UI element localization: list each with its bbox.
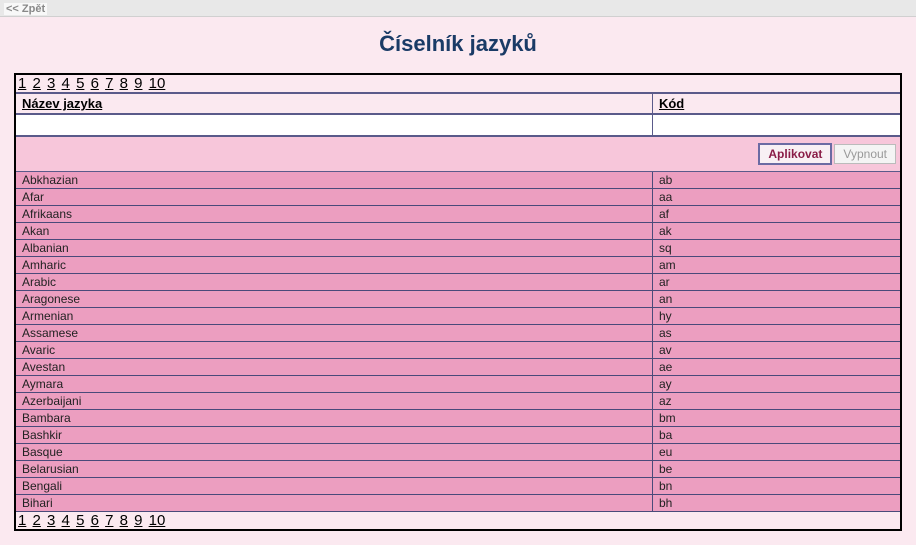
cell-name: Arabic — [16, 274, 652, 291]
pager-link[interactable]: 2 — [33, 75, 41, 92]
table-row[interactable]: Avaricav — [16, 342, 900, 359]
table-row[interactable]: Bambarabm — [16, 410, 900, 427]
cell-code: bh — [652, 495, 900, 512]
cell-code: bm — [652, 410, 900, 427]
cell-name: Abkhazian — [16, 172, 652, 189]
table-row[interactable]: Basqueeu — [16, 444, 900, 461]
cell-name: Amharic — [16, 257, 652, 274]
filter-code-input[interactable] — [653, 115, 900, 135]
actions-row: AplikovatVypnout — [16, 136, 900, 172]
pager-link[interactable]: 7 — [105, 75, 113, 92]
cell-name: Bihari — [16, 495, 652, 512]
pager-link[interactable]: 5 — [76, 75, 84, 92]
header-code[interactable]: Kód — [652, 93, 900, 114]
pager-link[interactable]: 3 — [47, 75, 55, 92]
table-row[interactable]: Afrikaansaf — [16, 206, 900, 223]
cell-code: ba — [652, 427, 900, 444]
header-name[interactable]: Název jazyka — [16, 93, 652, 114]
off-button: Vypnout — [834, 144, 896, 164]
page-body: Číselník jazyků 1 2 3 4 5 6 7 8 9 10 Náz… — [0, 17, 916, 545]
table-row[interactable]: Bengalibn — [16, 478, 900, 495]
pager-link[interactable]: 7 — [105, 512, 113, 529]
header-row: Název jazyka Kód — [16, 93, 900, 114]
data-grid: 1 2 3 4 5 6 7 8 9 10 Název jazyka Kód Ap… — [14, 73, 902, 531]
table-row[interactable]: Akanak — [16, 223, 900, 240]
pager-link[interactable]: 9 — [134, 75, 142, 92]
cell-name: Afrikaans — [16, 206, 652, 223]
cell-code: af — [652, 206, 900, 223]
apply-button[interactable]: Aplikovat — [758, 143, 832, 165]
cell-code: ae — [652, 359, 900, 376]
pager-link[interactable]: 1 — [18, 512, 26, 529]
cell-name: Avaric — [16, 342, 652, 359]
cell-code: as — [652, 325, 900, 342]
pager-link[interactable]: 6 — [91, 512, 99, 529]
cell-name: Albanian — [16, 240, 652, 257]
cell-code: av — [652, 342, 900, 359]
table-row[interactable]: Afaraa — [16, 189, 900, 206]
cell-name: Armenian — [16, 308, 652, 325]
table-row[interactable]: Azerbaijaniaz — [16, 393, 900, 410]
cell-code: eu — [652, 444, 900, 461]
table-row[interactable]: Aragonesean — [16, 291, 900, 308]
languages-table: Název jazyka Kód AplikovatVypnout Abkhaz… — [16, 92, 900, 512]
cell-name: Bambara — [16, 410, 652, 427]
sort-name-link[interactable]: Název jazyka — [22, 96, 102, 111]
cell-code: sq — [652, 240, 900, 257]
cell-name: Bengali — [16, 478, 652, 495]
top-bar: << Zpět — [0, 0, 916, 17]
table-row[interactable]: Amharicam — [16, 257, 900, 274]
cell-name: Afar — [16, 189, 652, 206]
cell-name: Aragonese — [16, 291, 652, 308]
cell-name: Avestan — [16, 359, 652, 376]
cell-name: Aymara — [16, 376, 652, 393]
pager-bottom: 1 2 3 4 5 6 7 8 9 10 — [16, 512, 900, 529]
cell-code: bn — [652, 478, 900, 495]
pager-link[interactable]: 8 — [120, 512, 128, 529]
filter-row — [16, 114, 900, 136]
page-title: Číselník jazyků — [14, 31, 902, 57]
table-row[interactable]: Armenianhy — [16, 308, 900, 325]
cell-code: be — [652, 461, 900, 478]
pager-link[interactable]: 3 — [47, 512, 55, 529]
pager-link[interactable]: 8 — [120, 75, 128, 92]
cell-code: ak — [652, 223, 900, 240]
table-row[interactable]: Aymaraay — [16, 376, 900, 393]
cell-code: an — [652, 291, 900, 308]
pager-link[interactable]: 4 — [62, 75, 70, 92]
cell-code: hy — [652, 308, 900, 325]
cell-name: Assamese — [16, 325, 652, 342]
table-row[interactable]: Assameseas — [16, 325, 900, 342]
pager-link[interactable]: 6 — [91, 75, 99, 92]
pager-link[interactable]: 5 — [76, 512, 84, 529]
cell-name: Belarusian — [16, 461, 652, 478]
pager-link[interactable]: 9 — [134, 512, 142, 529]
pager-link[interactable]: 1 — [18, 75, 26, 92]
pager-link[interactable]: 4 — [62, 512, 70, 529]
pager-link[interactable]: 10 — [149, 75, 166, 92]
pager-link[interactable]: 2 — [33, 512, 41, 529]
table-row[interactable]: Avestanae — [16, 359, 900, 376]
table-row[interactable]: Biharibh — [16, 495, 900, 512]
cell-code: ar — [652, 274, 900, 291]
table-row[interactable]: Abkhazianab — [16, 172, 900, 189]
table-row[interactable]: Belarusianbe — [16, 461, 900, 478]
cell-code: aa — [652, 189, 900, 206]
back-link[interactable]: << Zpět — [4, 3, 47, 15]
cell-code: am — [652, 257, 900, 274]
cell-name: Azerbaijani — [16, 393, 652, 410]
filter-name-input[interactable] — [16, 115, 652, 135]
table-row[interactable]: Arabicar — [16, 274, 900, 291]
cell-code: ab — [652, 172, 900, 189]
cell-code: ay — [652, 376, 900, 393]
pager-top: 1 2 3 4 5 6 7 8 9 10 — [16, 75, 900, 92]
cell-name: Akan — [16, 223, 652, 240]
cell-name: Bashkir — [16, 427, 652, 444]
sort-code-link[interactable]: Kód — [659, 96, 684, 111]
cell-code: az — [652, 393, 900, 410]
cell-name: Basque — [16, 444, 652, 461]
table-row[interactable]: Albaniansq — [16, 240, 900, 257]
pager-link[interactable]: 10 — [149, 512, 166, 529]
table-row[interactable]: Bashkirba — [16, 427, 900, 444]
